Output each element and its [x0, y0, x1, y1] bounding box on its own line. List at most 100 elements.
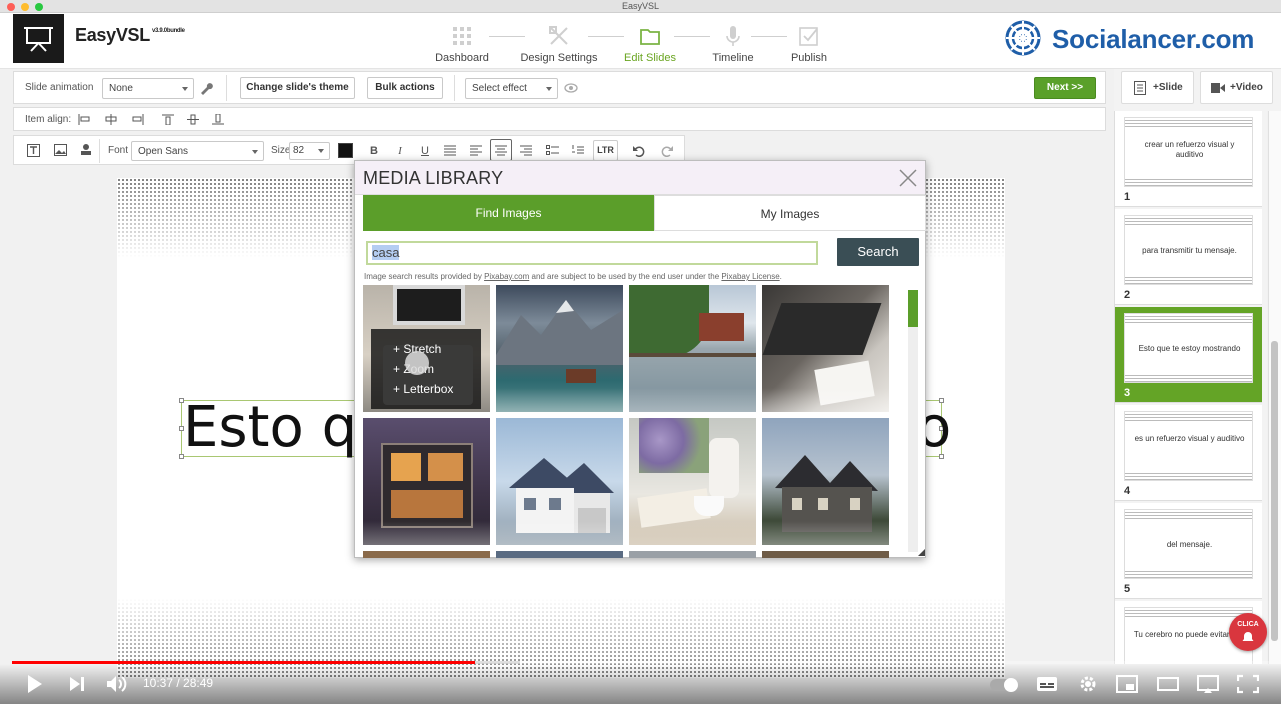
- brand-name: EasyVSL v3.9.0bundle: [75, 25, 185, 45]
- play-icon[interactable]: [24, 674, 46, 694]
- presentation-logo-icon[interactable]: [13, 14, 64, 63]
- letterbox-option[interactable]: + Letterbox: [393, 382, 453, 396]
- theater-mode-icon[interactable]: [1157, 674, 1179, 694]
- image-search-input[interactable]: casa: [366, 241, 818, 265]
- search-button[interactable]: Search: [837, 238, 919, 266]
- undo-icon[interactable]: [632, 144, 645, 157]
- text-align-right-icon[interactable]: [520, 145, 532, 156]
- cast-icon[interactable]: [1197, 674, 1219, 694]
- align-bottom-icon[interactable]: [212, 114, 224, 125]
- scrollbar-track[interactable]: [908, 290, 918, 552]
- image-thumbnail[interactable]: [496, 418, 623, 545]
- autoplay-toggle[interactable]: [990, 678, 1018, 692]
- vase-shape: [709, 438, 739, 498]
- align-top-icon[interactable]: [162, 114, 174, 125]
- step-design-settings[interactable]: Design Settings: [511, 13, 607, 64]
- pixabay-link[interactable]: Pixabay.com: [484, 272, 529, 281]
- image-thumbnail[interactable]: [363, 551, 490, 558]
- pixabay-license-link[interactable]: Pixabay License: [721, 272, 779, 281]
- slide-thumbnail-2[interactable]: para transmitir tu mensaje. 2: [1115, 209, 1262, 305]
- image-thumbnail[interactable]: [496, 285, 623, 412]
- autoplay-knob: [1004, 678, 1018, 692]
- color-swatch[interactable]: [338, 143, 353, 158]
- image-thumbnail[interactable]: [762, 418, 889, 545]
- align-right-icon[interactable]: [132, 114, 144, 125]
- person-icon[interactable]: [80, 143, 92, 156]
- tab-find-images[interactable]: Find Images: [363, 195, 654, 231]
- slide-animation-select[interactable]: None: [102, 78, 194, 99]
- align-center-icon[interactable]: [105, 114, 117, 125]
- text-align-center-icon: [495, 145, 507, 156]
- add-video-button[interactable]: +Video: [1200, 71, 1273, 104]
- change-theme-button[interactable]: Change slide's theme: [240, 77, 355, 99]
- slide-thumbnail-1[interactable]: crear un refuerzo visual y auditivo 1: [1115, 111, 1262, 207]
- lit-window: [391, 453, 421, 481]
- image-icon[interactable]: [54, 144, 67, 156]
- tab-my-images[interactable]: My Images: [654, 195, 926, 231]
- bulk-actions-button[interactable]: Bulk actions: [367, 77, 443, 99]
- cabin-shape: [566, 369, 596, 383]
- text-align-center-button[interactable]: [490, 139, 512, 161]
- sidebar-scrollbar-thumb[interactable]: [1271, 341, 1278, 641]
- align-middle-icon[interactable]: [187, 114, 199, 125]
- size-select[interactable]: 82: [289, 142, 330, 160]
- item-align-label: Item align:: [25, 114, 72, 125]
- bell-icon: [1242, 632, 1254, 641]
- fullscreen-icon[interactable]: [1237, 674, 1259, 694]
- thumbnail-caption: [762, 388, 889, 412]
- numbered-list-icon[interactable]: [572, 145, 584, 156]
- step-label: Edit Slides: [624, 52, 676, 64]
- text-align-left-icon[interactable]: [470, 145, 482, 156]
- step-edit-slides[interactable]: Edit Slides: [602, 13, 698, 64]
- image-thumbnail[interactable]: [363, 418, 490, 545]
- text-box-icon[interactable]: [27, 144, 40, 157]
- slide-animation-label: Slide animation: [25, 82, 94, 93]
- step-dashboard[interactable]: Dashboard: [414, 13, 510, 64]
- font-select[interactable]: Open Sans: [131, 141, 264, 161]
- underline-button[interactable]: U: [417, 143, 433, 159]
- redo-icon[interactable]: [661, 144, 674, 157]
- miniplayer-icon[interactable]: [1116, 674, 1138, 694]
- bold-button[interactable]: B: [366, 143, 382, 159]
- sidebar-scrollbar[interactable]: [1268, 111, 1281, 664]
- image-thumbnail[interactable]: [629, 551, 756, 558]
- add-slide-button[interactable]: +Slide: [1121, 71, 1194, 104]
- subscribe-badge[interactable]: CLICA: [1229, 613, 1267, 651]
- socialancer-watermark: Socialancer.com: [1005, 20, 1254, 56]
- ltr-button[interactable]: LTR: [593, 140, 618, 161]
- settings-gear-icon[interactable]: [1077, 674, 1099, 694]
- window-titlebar: EasyVSL: [0, 0, 1281, 13]
- next-video-icon[interactable]: [66, 674, 88, 694]
- italic-button[interactable]: I: [392, 143, 408, 159]
- slide-preview: es un refuerzo visual y auditivo: [1124, 411, 1253, 481]
- video-camera-icon: [1211, 83, 1225, 93]
- slide-thumbnail-3[interactable]: Esto que te estoy mostrando 3: [1115, 307, 1262, 403]
- slide-thumbnail-4[interactable]: es un refuerzo visual y auditivo 4: [1115, 405, 1262, 501]
- image-thumbnail[interactable]: [496, 551, 623, 558]
- size-label: Size: [271, 145, 291, 156]
- socialancer-logo-icon: [1005, 20, 1041, 56]
- resize-grip-icon[interactable]: [918, 549, 925, 556]
- video-time: 10:37 / 28:49: [143, 676, 214, 690]
- step-publish[interactable]: Publish: [761, 13, 857, 64]
- next-button[interactable]: Next >>: [1034, 77, 1096, 99]
- close-icon[interactable]: [899, 169, 917, 187]
- lit-window: [428, 453, 463, 481]
- volume-icon[interactable]: [105, 674, 127, 694]
- justify-icon[interactable]: [444, 145, 456, 156]
- wrench-icon[interactable]: [199, 81, 213, 95]
- slide-thumbnail-5[interactable]: del mensaje. 5: [1115, 503, 1262, 599]
- scrollbar-thumb[interactable]: [908, 290, 918, 327]
- image-thumbnail[interactable]: [629, 418, 756, 545]
- slide-number: 5: [1124, 583, 1131, 595]
- folder-icon: [640, 29, 660, 45]
- image-thumbnail[interactable]: [762, 285, 889, 412]
- image-thumbnail[interactable]: [762, 551, 889, 558]
- subtitles-icon[interactable]: [1036, 674, 1058, 694]
- eye-icon[interactable]: [564, 82, 578, 94]
- image-credits: Image search results provided by Pixabay…: [364, 272, 782, 281]
- effect-select[interactable]: Select effect: [465, 78, 558, 99]
- bullet-list-icon[interactable]: [546, 145, 559, 156]
- align-left-icon[interactable]: [78, 114, 90, 125]
- image-thumbnail[interactable]: [629, 285, 756, 412]
